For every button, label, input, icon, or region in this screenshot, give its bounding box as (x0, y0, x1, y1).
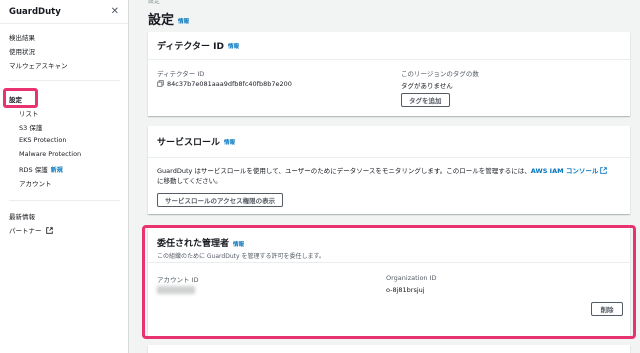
sidebar-item-malware-scans[interactable]: マルウェアスキャン (9, 60, 68, 70)
info-link[interactable]: 情報 (228, 42, 239, 50)
sidebar: GuardDuty ✕ 検出結果 使用状況 マルウェアスキャン 設定 リスト S… (0, 0, 129, 353)
sidebar-item-usage[interactable]: 使用状況 (9, 46, 35, 56)
sidebar-item-malware-protection[interactable]: Malware Protection (19, 150, 81, 158)
page-title-text: 設定 (148, 13, 175, 28)
new-badge: 新規 (50, 167, 63, 174)
add-tag-button[interactable]: タグを追加 (401, 93, 450, 107)
sidebar-item-partners[interactable]: パートナー (9, 225, 53, 235)
external-link-icon (600, 167, 608, 174)
sidebar-item-s3-protection[interactable]: S3 保護 (19, 122, 42, 132)
detector-id-value: 84c37b7e081aaa9dfb8fc40fb8b7e200 (157, 80, 292, 88)
sidebar-divider (9, 80, 120, 81)
detector-card: ディテクター ID 情報 ディテクター ID 84c37b7e081aaa9dfb… (148, 32, 630, 116)
sidebar-item-lists[interactable]: リスト (19, 108, 39, 118)
sidebar-item-settings[interactable]: 設定 (9, 94, 22, 104)
tags-label: このリージョンのタグの数 (401, 70, 479, 78)
page-title: 設定 情報 (148, 9, 189, 28)
sidebar-item-label: RDS 保護 (19, 166, 48, 174)
next-card (148, 345, 630, 353)
card-header: サービスロール 情報 (148, 126, 630, 158)
breadcrumb[interactable]: 設定 (148, 0, 160, 5)
service-role-description: GuardDuty はサービスロールを使用して、ユーザーのためにデータソースをモ… (157, 166, 623, 186)
tags-value: タグがありません (401, 82, 453, 90)
close-icon[interactable]: ✕ (111, 6, 119, 17)
external-link-icon (45, 227, 53, 234)
info-link[interactable]: 情報 (178, 19, 189, 25)
iam-console-link[interactable]: AWS IAM コンソール (531, 167, 608, 175)
card-title: ディテクター ID (157, 42, 224, 52)
sidebar-title: GuardDuty (9, 6, 61, 17)
sidebar-item-findings[interactable]: 検出結果 (9, 32, 35, 42)
detector-id-text: 84c37b7e081aaa9dfb8fc40fb8b7e200 (167, 80, 292, 88)
sidebar-item-label: パートナー (9, 227, 42, 235)
sidebar-header: GuardDuty ✕ (0, 0, 128, 24)
sidebar-divider (9, 200, 120, 201)
sidebar-item-rds-protection[interactable]: RDS 保護 新規 (19, 164, 63, 174)
service-role-card: サービスロール 情報 GuardDuty はサービスロールを使用して、ユーザーのた… (148, 126, 630, 214)
info-link[interactable]: 情報 (224, 138, 235, 146)
view-service-role-permissions-button[interactable]: サービスロールのアクセス権限の表示 (157, 193, 284, 207)
detector-id-label: ディテクター ID (157, 70, 205, 78)
card-header: ディテクター ID 情報 (148, 32, 630, 60)
sidebar-item-eks-protection[interactable]: EKS Protection (19, 136, 66, 144)
sidebar-item-whats-new[interactable]: 最新情報 (9, 211, 35, 221)
main-content: 設定 設定 情報 ディテクター ID 情報 ディテクター ID 84c37b7e08… (129, 0, 640, 353)
sidebar-item-accounts[interactable]: アカウント (19, 178, 52, 188)
annotation-highlight (142, 225, 636, 339)
copy-icon[interactable] (157, 80, 164, 87)
card-title: サービスロール (157, 138, 221, 148)
